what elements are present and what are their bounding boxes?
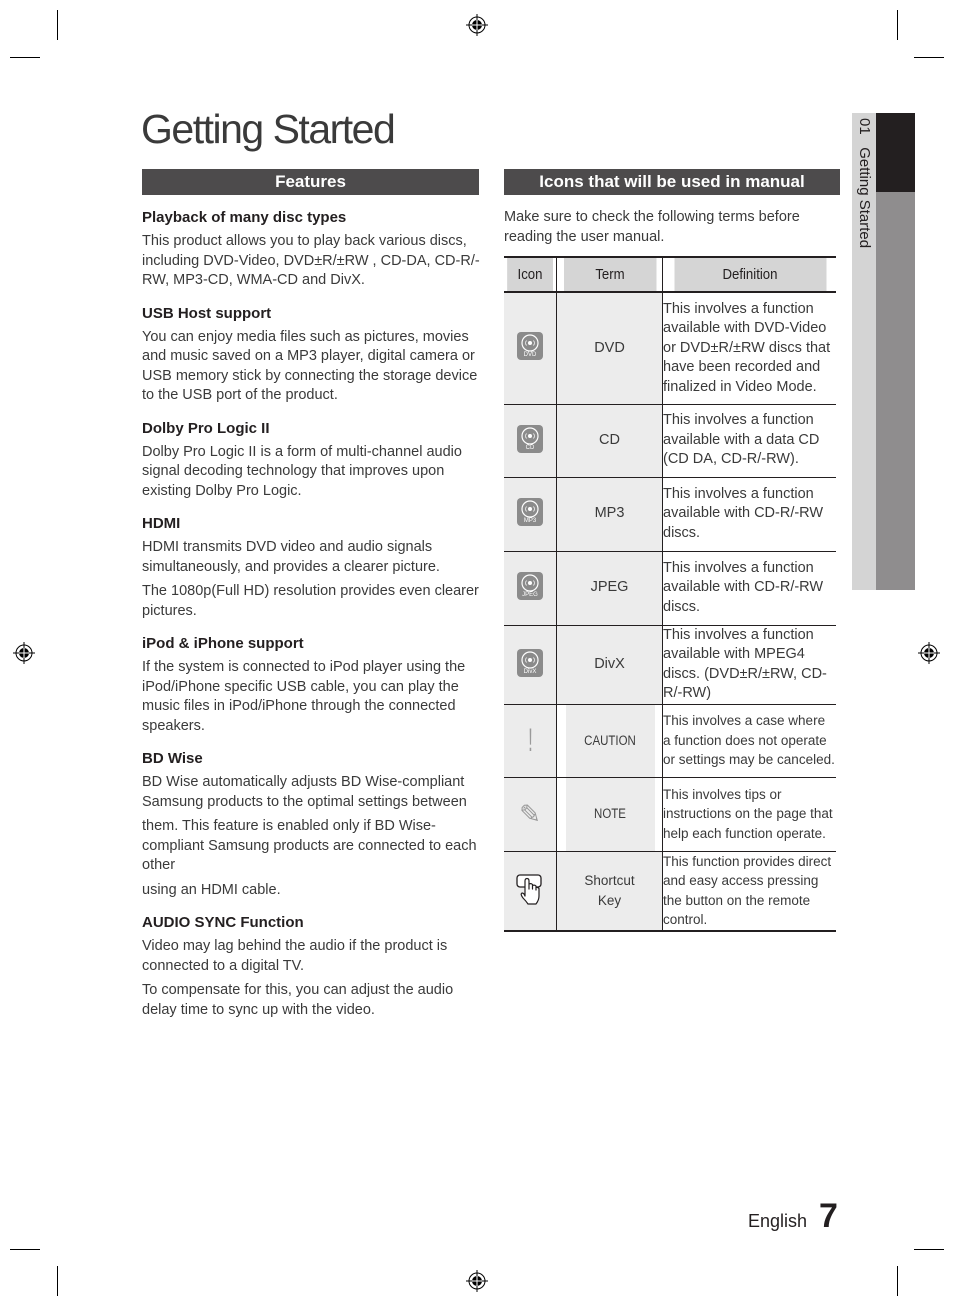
crop-mark <box>914 57 944 58</box>
definition-cell: This involves a function available with … <box>662 404 836 478</box>
column-header-definition: Definition <box>672 256 826 293</box>
crop-mark <box>57 10 58 40</box>
chapter-title: Getting Started <box>856 147 873 249</box>
table-row: JPEG JPEG This involves a function availab… <box>504 551 836 626</box>
feature-description: HDMI transmits DVD video and audio signa… <box>142 539 440 575</box>
term-cell: Shortcut Key <box>556 851 663 932</box>
note-pencil-icon: ✎ <box>519 798 541 829</box>
footer-language: English <box>748 1211 808 1231</box>
disc-icon-label: MP3 <box>523 518 537 524</box>
icon-cell: JPEG <box>504 551 557 626</box>
crop-mark <box>897 10 898 40</box>
disc-icon-label: CD <box>525 444 535 451</box>
term-cell: JPEG <box>556 551 663 626</box>
features-heading: Features <box>142 169 479 195</box>
feature-title: Dolby Pro Logic II <box>142 419 270 437</box>
feature-title: Playback of many disc types <box>142 209 347 226</box>
dvd-disc-icon: DVD <box>517 332 543 361</box>
feature-description: If the system is connected to iPod playe… <box>142 659 466 734</box>
crop-mark <box>57 1266 58 1296</box>
definition-cell: This involves tips or instructions on th… <box>662 777 836 852</box>
feature-title: HDMI <box>142 515 181 532</box>
definition-cell: This involves a function available with … <box>662 551 836 626</box>
feature-title: USB Host support <box>142 304 272 322</box>
column-header-icon: Icon <box>507 256 554 293</box>
icons-table: Icon Term Definition DVD DVD This involves… <box>504 256 836 932</box>
feature-description: using an HDMI cable. <box>142 881 281 898</box>
disc-icon-label: JPEG <box>522 592 538 598</box>
icon-cell: DivX <box>504 625 557 705</box>
feature-item: USB Host support You can enjoy media file… <box>142 305 482 406</box>
term-cell: CD <box>556 404 663 478</box>
registration-mark-icon <box>13 642 35 664</box>
side-tab-label: 01 Getting Started <box>853 118 875 248</box>
table-row: DVD DVD This involves a function available… <box>504 292 836 405</box>
column-header-term: Term <box>562 256 657 293</box>
feature-title: BD Wise <box>142 750 203 767</box>
term-cell: DVD <box>556 292 663 405</box>
table-row: DivX DivX This involves a function availab… <box>504 625 836 705</box>
feature-description: them. This feature is enabled only if BD… <box>142 818 477 873</box>
cd-disc-icon: CD <box>517 424 543 453</box>
definition-cell: This involves a function available with … <box>662 625 836 705</box>
feature-description: This product allows you to play back var… <box>142 233 480 288</box>
crop-mark <box>10 1249 40 1250</box>
table-row: ! CAUTION This involves a case where a fun… <box>504 704 836 778</box>
feature-title: iPod & iPhone support <box>142 635 304 652</box>
crop-mark <box>10 57 40 58</box>
table-header-row: Icon Term Definition <box>504 256 836 293</box>
term-cell: NOTE <box>564 777 655 852</box>
feature-description: You can enjoy media files such as pictur… <box>142 328 478 404</box>
definition-cell: This function provides direct and easy a… <box>662 851 836 932</box>
registration-mark-icon <box>466 1270 488 1292</box>
icons-section-intro: Make sure to check the following terms b… <box>504 209 800 245</box>
icon-cell: MP3 <box>504 477 557 552</box>
feature-item: iPod & iPhone support If the system is co… <box>142 635 482 736</box>
side-tab-active-marker <box>876 113 915 192</box>
feature-item: Playback of many disc types This product … <box>142 209 482 291</box>
table-row: ✎ NOTE This involves tips or instructions … <box>504 777 836 852</box>
mp3-disc-icon: MP3 <box>517 498 543 526</box>
icons-section-heading: Icons that will be used in manual <box>504 169 840 195</box>
feature-description: Video may lag behind the audio if the pr… <box>142 938 448 974</box>
shortcut-key-hand-icon <box>515 873 545 910</box>
feature-item: Dolby Pro Logic II Dolby Pro Logic II is … <box>142 420 482 502</box>
table-row: CD CD This involves a function available w… <box>504 404 836 478</box>
disc-icon-label: DVD <box>523 352 537 359</box>
icon-cell <box>504 851 557 932</box>
table-row: MP3 MP3 This involves a function available… <box>504 477 836 552</box>
feature-item: HDMI HDMI transmits DVD video and audio s… <box>142 515 482 621</box>
feature-description: The 1080p(Full HD) resolution provides e… <box>142 583 479 619</box>
feature-item: BD Wise BD Wise automatically adjusts BD … <box>142 750 482 900</box>
feature-description: Dolby Pro Logic II is a form of multi-ch… <box>142 443 462 499</box>
chapter-number: 01 <box>856 118 873 135</box>
icon-cell: ! <box>504 704 557 778</box>
disc-icon-label: DivX <box>523 668 537 675</box>
feature-item: AUDIO SYNC Function Video may lag behind … <box>142 914 482 1020</box>
page-title: Getting Started <box>141 106 396 152</box>
feature-description: BD Wise automatically adjusts BD Wise-co… <box>142 774 467 810</box>
feature-description: To compensate for this, you can adjust t… <box>142 982 454 1018</box>
term-cell: CAUTION <box>564 704 655 778</box>
jpeg-disc-icon: JPEG <box>517 572 543 600</box>
feature-title: AUDIO SYNC Function <box>142 914 304 931</box>
registration-mark-icon <box>466 14 488 36</box>
icon-cell: CD <box>504 404 557 478</box>
crop-mark <box>914 1249 944 1250</box>
term-cell: DivX <box>556 625 663 705</box>
caution-exclamation-icon: ! <box>527 722 533 758</box>
side-tab-strip <box>876 192 915 590</box>
crop-mark <box>897 1266 898 1296</box>
definition-cell: This involves a function available with … <box>662 477 836 552</box>
features-list: Playback of many disc types This product … <box>142 209 482 1034</box>
divx-disc-icon: DivX <box>517 648 543 677</box>
icon-cell: ✎ <box>504 777 557 852</box>
registration-mark-icon <box>918 642 940 664</box>
definition-cell: This involves a case where a function do… <box>662 704 836 778</box>
icon-cell: DVD <box>504 292 557 405</box>
term-cell: MP3 <box>556 477 663 552</box>
definition-cell: This involves a function available with … <box>662 292 836 405</box>
table-row: Shortcut Key This function provides direc… <box>504 851 836 932</box>
page-number: 7 <box>819 1197 838 1235</box>
